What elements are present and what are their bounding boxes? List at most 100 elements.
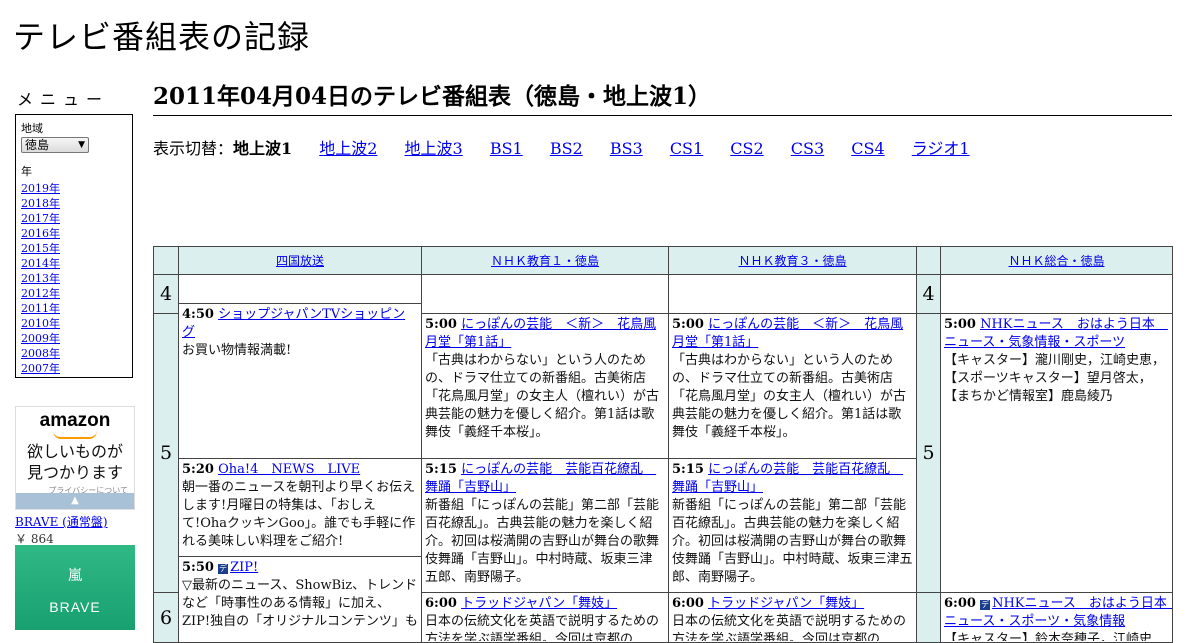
program-time: 5:00 [672,317,704,332]
year-link[interactable]: 2011年 [21,301,127,316]
channel-header: ＮＨＫ教育１・徳島 [421,246,669,275]
program: 5:15 にっぽんの芸能 芸能百花繚乱 舞踊「吉野山」 新番組「にっぽんの芸能」… [422,459,668,591]
program-title-link[interactable]: にっぽんの芸能 芸能百花繚乱 舞踊「吉野山」 [672,462,903,495]
program-cell: 6:00 デ NHKニュース おはよう日本 ニュース・スポーツ・気象情報 【キャス… [940,592,1173,643]
amazon-logo: amazon [39,410,111,431]
switch-link[interactable]: CS4 [851,139,884,158]
year-link[interactable]: 2010年 [21,316,127,331]
switch-link[interactable]: BS3 [610,139,643,158]
hour-cell: 4 [916,274,941,314]
program-cell: 5:15 にっぽんの芸能 芸能百花繚乱 舞踊「吉野山」 新番組「にっぽんの芸能」… [668,458,917,593]
year-link[interactable]: 2018年 [21,196,127,211]
program-description: ▽最新のニュース、ShowBiz、トレンドなど「時事性のある情報」に加え、ZIP… [182,578,418,627]
program-cell: 5:15 にっぽんの芸能 芸能百花繚乱 舞踊「吉野山」 新番組「にっぽんの芸能」… [421,458,669,593]
program-cell: 6:00 トラッドジャパン「舞妓」 日本の伝統文化を英語で説明するための方法を学… [421,592,669,643]
channel-header: ＮＨＫ教育３・徳島 [668,246,917,275]
program: 5:00 にっぽんの芸能 ＜新＞ 花鳥風月堂「第1話」 「古典はわからない」とい… [669,314,916,446]
hour-cell [916,592,941,643]
year-link[interactable]: 2014年 [21,256,127,271]
program-description: 朝一番のニュースを朝刊より早くお伝えします!月曜日の特集は、「おしえて!Ohaク… [182,480,416,549]
switch-link[interactable]: CS3 [791,139,824,158]
region-select[interactable]: 徳島 ▼ [21,137,89,153]
amazon-ad[interactable]: amazon 欲しいものが 見つかります プライバシーについて ▲ [15,406,135,510]
switch-link[interactable]: BS2 [550,139,583,158]
year-link[interactable]: 2015年 [21,241,127,256]
year-link[interactable]: 2008年 [21,346,127,361]
chevron-down-icon: ▼ [78,140,85,150]
program-title-link[interactable]: ショップジャパンTVショッピング [182,307,405,340]
program-time: 5:50 [182,560,214,575]
program-time: 6:00 [944,596,976,611]
program-title-link[interactable]: トラッドジャパン「舞妓」 [708,596,864,611]
program-description: 日本の伝統文化を英語で説明するための方法を学ぶ語学番組。今回は京都の [672,614,907,641]
program-title-link[interactable]: にっぽんの芸能 ＜新＞ 花鳥風月堂「第1話」 [425,317,656,350]
program: 5:50 デ ZIP! ▽最新のニュース、ShowBiz、トレンドなど「時事性のあ… [179,557,421,627]
program: 6:00 デ NHKニュース おはよう日本 ニュース・スポーツ・気象情報 【キャス… [941,593,1172,641]
switch-current: 地上波1 [233,139,293,158]
program-title-link[interactable]: NHKニュース おはよう日本 ニュース・スポーツ・気象情報 [944,596,1172,629]
year-link[interactable]: 2012年 [21,286,127,301]
program: 5:00 にっぽんの芸能 ＜新＞ 花鳥風月堂「第1話」 「古典はわからない」とい… [422,314,668,446]
program-time: 5:00 [944,317,976,332]
year-label: 年 [21,165,32,178]
page-heading: 2011年04月04日のテレビ番組表（徳島・地上波1） [153,82,1172,116]
program-description: 「古典はわからない」という人のための、ドラマ仕立ての新番組。古美術店「花鳥風月堂… [425,353,660,440]
ad-scroll-bar[interactable]: ▲ [16,493,134,509]
data-broadcast-icon: デ [218,564,229,574]
channel-link[interactable]: ＮＨＫ教育３・徳島 [738,254,846,268]
program-title-link[interactable]: Oha!4 NEWS LIVE [218,462,360,477]
ad-tagline-line: 見つかります [26,465,123,482]
switch-link[interactable]: BS1 [490,139,523,158]
empty-slot [421,274,669,314]
channel-switcher: 表示切替：地上波1 地上波2 地上波3 BS1 BS2 BS3 CS1 CS2 … [153,135,1172,159]
channel-link[interactable]: 四国放送 [276,254,324,268]
data-broadcast-icon: デ [980,600,991,610]
program-time: 5:00 [425,317,457,332]
program-description: 新番組「にっぽんの芸能」第二部「芸能百花繚乱」。古典芸能の魅力を楽しく紹介。初回… [672,498,913,585]
year-link[interactable]: 2016年 [21,226,127,241]
program: 6:00 トラッドジャパン「舞妓」 日本の伝統文化を英語で説明するための方法を学… [422,593,668,641]
switch-link[interactable]: 地上波2 [319,139,377,158]
menu-box: 地域 徳島 ▼ 年 2019年 2018年 2017年 2016年 2015年 … [15,114,133,378]
program-cell: 6:00 トラッドジャパン「舞妓」 日本の伝統文化を英語で説明するための方法を学… [668,592,917,643]
program-title-link[interactable]: トラッドジャパン「舞妓」 [461,596,617,611]
program-time: 6:00 [672,596,704,611]
switch-link[interactable]: CS2 [730,139,763,158]
region-select-value: 徳島 [25,138,50,152]
program-title-link[interactable]: ZIP! [230,560,258,575]
program-title-link[interactable]: にっぽんの芸能 ＜新＞ 花鳥風月堂「第1話」 [672,317,903,350]
channel-link[interactable]: ＮＨＫ教育１・徳島 [491,254,599,268]
switch-link[interactable]: CS1 [670,139,703,158]
program-cell: 4:50 ショップジャパンTVショッピング お買い物情報満載! [178,303,422,459]
program-description: 日本の伝統文化を英語で説明するための方法を学ぶ語学番組。今回は京都の [425,614,660,641]
site-title: テレビ番組表の記録 [13,18,311,56]
program-description: 新番組「にっぽんの芸能」第二部「芸能百花繚乱」。古典芸能の魅力を楽しく紹介。初回… [425,498,660,585]
program-cell: 5:00 NHKニュース おはよう日本 ニュース・気象情報・スポーツ 【キャスタ… [940,313,1173,593]
program-title-link[interactable]: にっぽんの芸能 芸能百花繚乱 舞踊「吉野山」 [425,462,656,495]
year-link[interactable]: 2013年 [21,271,127,286]
program-description: 「古典はわからない」という人のための、ドラマ仕立ての新番組。古美術店「花鳥風月堂… [672,353,907,440]
product-image-text: BRAVE [49,599,101,615]
program-time: 6:00 [425,596,457,611]
channel-link[interactable]: ＮＨＫ総合・徳島 [1008,254,1104,268]
program-description: 【キャスター】鈴木奈穂子，江崎史 [944,632,1153,641]
channel-header: ＮＨＫ総合・徳島 [940,246,1173,275]
product-image[interactable]: 嵐 BRAVE [15,545,135,630]
program: 5:15 にっぽんの芸能 芸能百花繚乱 舞踊「吉野山」 新番組「にっぽんの芸能」… [669,459,916,591]
program-time: 5:15 [425,462,457,477]
switch-link[interactable]: 地上波3 [405,139,463,158]
program-cell: 5:00 にっぽんの芸能 ＜新＞ 花鳥風月堂「第1話」 「古典はわからない」とい… [668,313,917,459]
schedule-table: 四国放送 ＮＨＫ教育１・徳島 ＮＨＫ教育３・徳島 ＮＨＫ総合・徳島 4 4 4:… [153,246,1173,643]
program: 5:00 NHKニュース おはよう日本 ニュース・気象情報・スポーツ 【キャスタ… [941,314,1172,580]
year-link[interactable]: 2009年 [21,331,127,346]
channel-header: 四国放送 [178,246,422,275]
product-title-link[interactable]: BRAVE (通常盤) [15,513,108,530]
hour-cell: 6 [153,592,179,643]
program-title-link[interactable]: NHKニュース おはよう日本 ニュース・気象情報・スポーツ [944,317,1168,350]
year-link[interactable]: 2007年 [21,361,127,376]
year-link[interactable]: 2017年 [21,211,127,226]
hour-cell: 4 [153,274,179,314]
switch-link[interactable]: ラジオ1 [912,139,970,158]
program-description: 【キャスター】瀧川剛史，江崎史恵，【スポーツキャスター】望月啓太，【まちかど情報… [944,353,1166,404]
year-link[interactable]: 2019年 [21,181,127,196]
